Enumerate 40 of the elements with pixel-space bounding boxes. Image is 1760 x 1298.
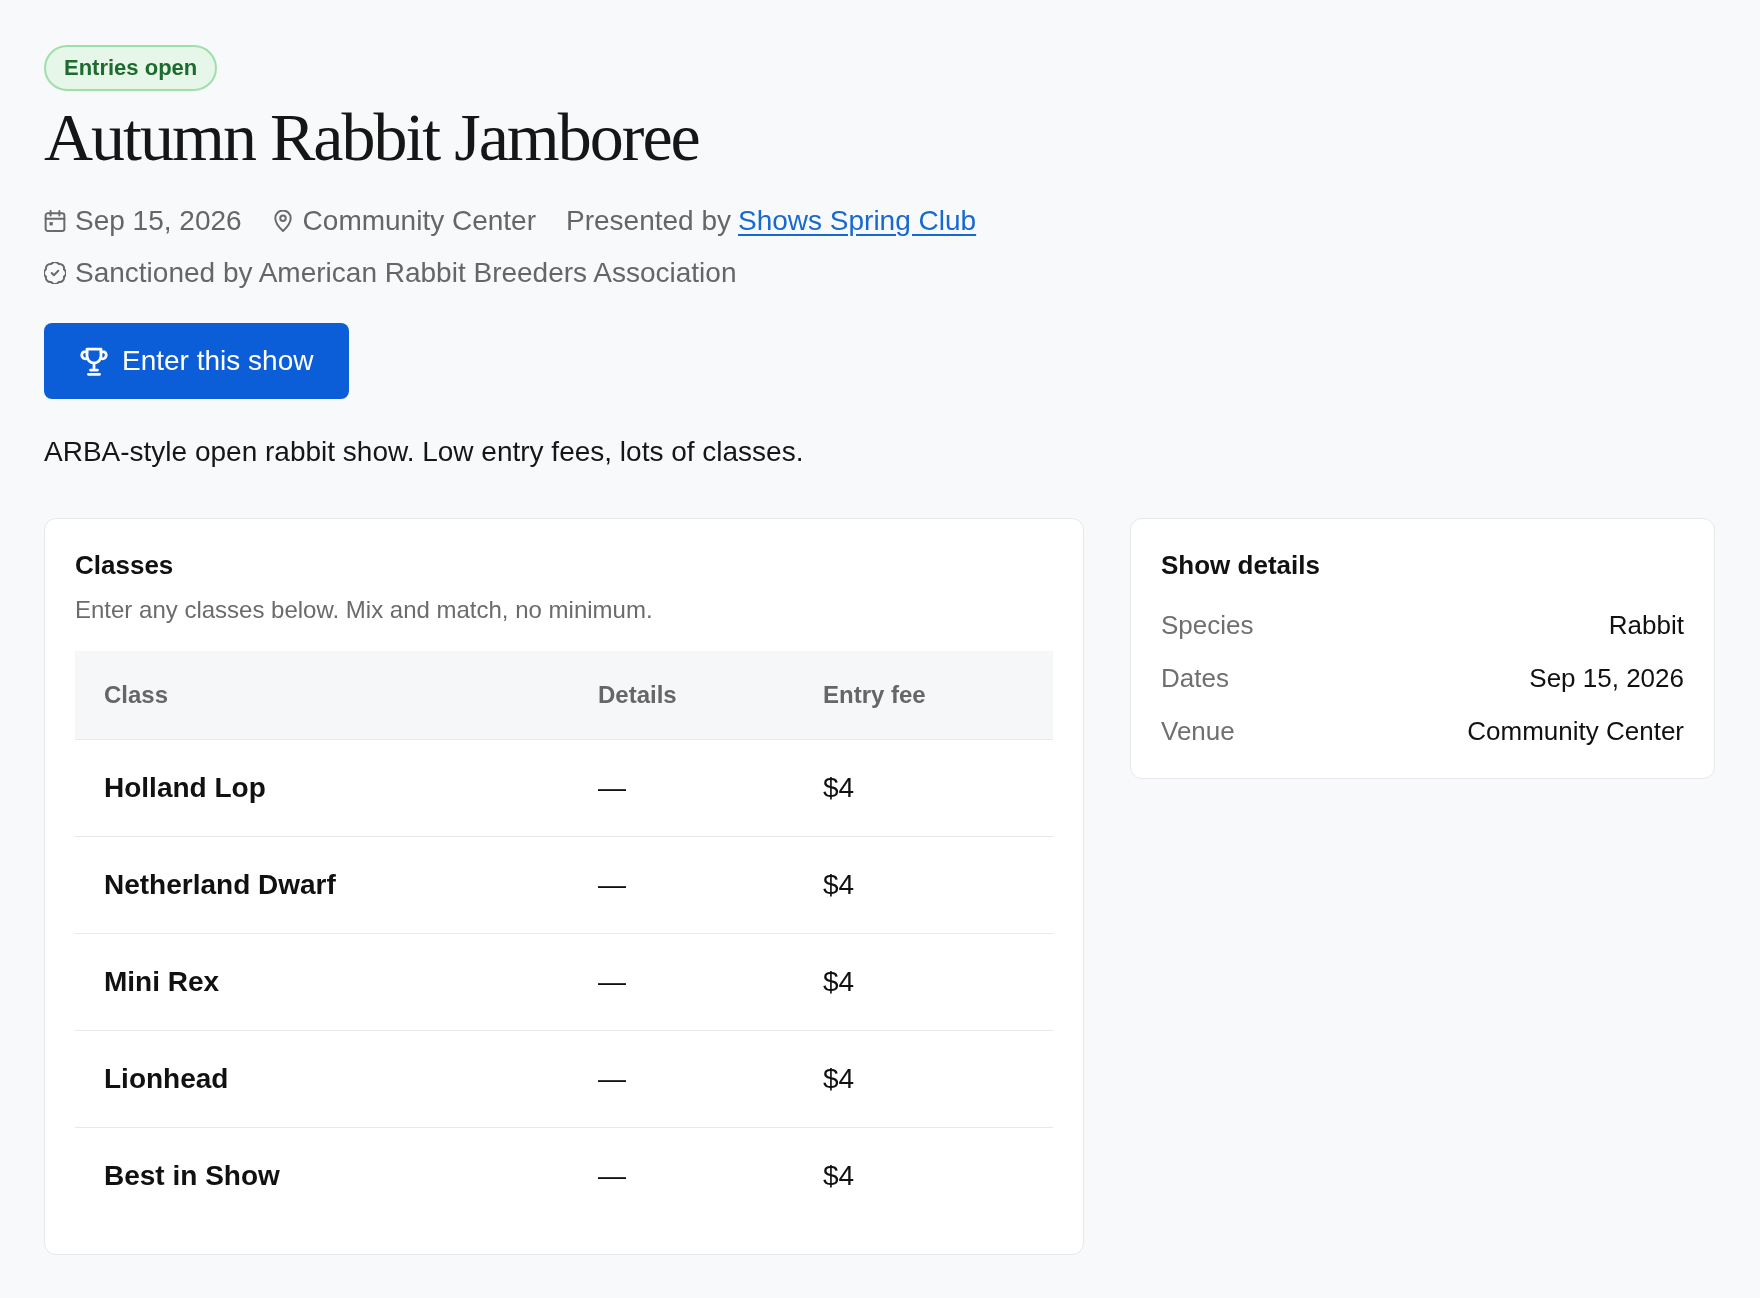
detail-label: Species [1161,609,1254,642]
column-header: Details [597,681,678,709]
event-description: ARBA-style open rabbit show. Low entry fees, lots of classes. [44,435,804,469]
class-name: Netherland Dwarf [103,869,337,901]
card-title: Classes [75,549,175,582]
detail-label: Dates [1161,662,1229,695]
card-subtitle: Enter any classes below. Mix and match, no minimum. [75,595,654,625]
trophy-icon [80,346,108,376]
status-badge: Entries open [44,45,218,91]
class-details: — [597,966,627,998]
entry-fee: $4 [822,869,856,901]
column-header: Entry fee [822,681,927,709]
event-venue: Community Center [302,204,536,238]
entry-fee: $4 [822,1160,856,1192]
enter-show-button[interactable]: Enter this show [44,323,350,399]
calendar-icon [44,210,66,232]
class-name: Lionhead [103,1063,230,1095]
class-details: — [597,1063,627,1095]
class-details: — [597,869,627,901]
column-header: Class [103,681,170,709]
entry-fee: $4 [822,1063,856,1095]
sanction-text: Sanctioned by American Rabbit Breeders Association [75,256,737,290]
detail-value: Community Center [1467,715,1684,748]
map-pin-icon [271,210,294,232]
verified-badge-icon [44,262,66,284]
event-title: Autumn Rabbit Jamboree [44,99,699,175]
detail-label: Venue [1161,715,1235,748]
card-title: Show details [1161,549,1321,582]
detail-value: Rabbit [1608,609,1684,642]
class-details: — [597,1160,627,1192]
detail-value: Sep 15, 2026 [1529,662,1684,695]
entry-fee: $4 [822,966,856,998]
organizer-link[interactable]: Shows Spring Club [738,203,977,239]
event-date: Sep 15, 2026 [75,204,242,238]
class-name: Best in Show [103,1160,281,1192]
class-name: Holland Lop [103,772,267,804]
class-name: Mini Rex [103,966,221,998]
presenter-label: Presented by [566,204,731,238]
class-details: — [597,772,627,804]
entry-fee: $4 [822,772,856,804]
